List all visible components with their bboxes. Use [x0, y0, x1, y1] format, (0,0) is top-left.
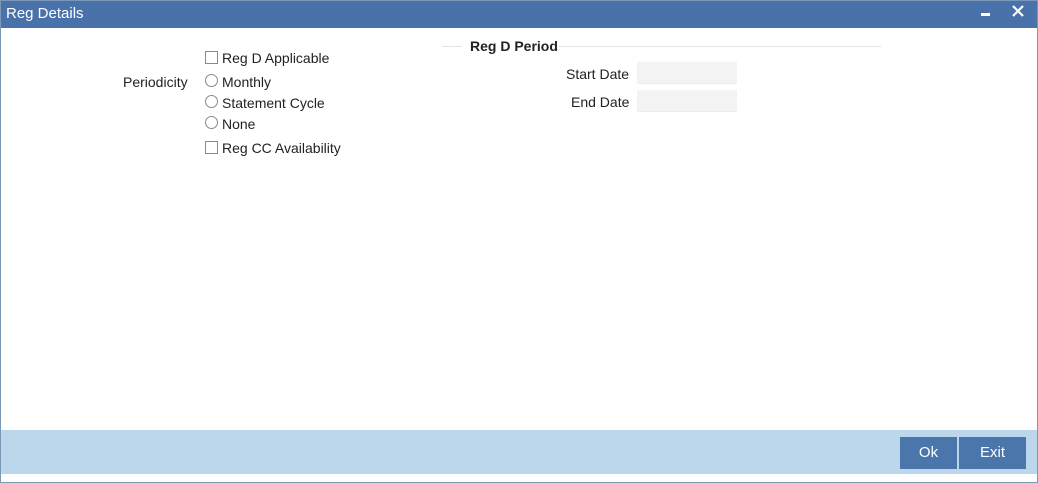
exit-button[interactable]: Exit: [959, 437, 1026, 469]
reg-cc-availability-label: Reg CC Availability: [222, 140, 341, 156]
periodicity-none-radio[interactable]: [205, 116, 218, 129]
ok-button[interactable]: Ok: [900, 437, 957, 469]
start-date-label: Start Date: [566, 66, 630, 82]
end-date-label: End Date: [571, 94, 630, 110]
reg-cc-availability-checkbox[interactable]: [205, 141, 218, 154]
bottom-strip: [1, 474, 1037, 482]
reg-d-applicable-label: Reg D Applicable: [222, 50, 330, 66]
title-bar: Reg Details: [1, 1, 1037, 28]
section-rule-left: [442, 46, 462, 47]
section-rule-right: [559, 46, 881, 47]
periodicity-statement-cycle-radio[interactable]: [205, 95, 218, 108]
start-date-input[interactable]: [637, 62, 737, 84]
periodicity-statement-cycle-label: Statement Cycle: [222, 95, 325, 111]
footer-bar: Ok Exit: [1, 430, 1037, 474]
window-title: Reg Details: [6, 5, 84, 22]
minimize-icon: [981, 13, 990, 16]
periodicity-none-label: None: [222, 116, 256, 132]
periodicity-monthly-label: Monthly: [222, 74, 272, 90]
periodicity-monthly-radio[interactable]: [205, 74, 218, 87]
close-icon: [1012, 5, 1024, 17]
form-content: Reg D Applicable Periodicity Monthly Sta…: [1, 28, 1037, 430]
end-date-input[interactable]: [637, 90, 737, 112]
reg-details-window: Reg Details Reg D Applicable Periodicity…: [0, 0, 1038, 483]
reg-d-applicable-checkbox[interactable]: [205, 51, 218, 64]
periodicity-label: Periodicity: [123, 74, 188, 90]
close-button[interactable]: [1008, 1, 1028, 25]
minimize-button[interactable]: [976, 1, 996, 25]
reg-d-period-title: Reg D Period: [470, 38, 558, 54]
